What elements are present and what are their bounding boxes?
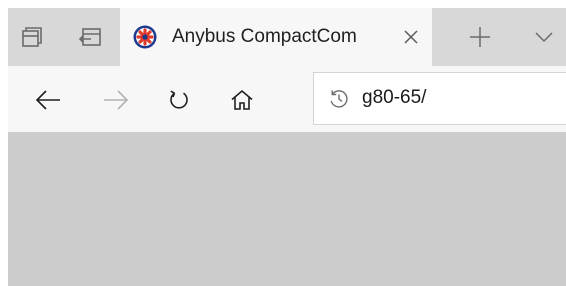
plus-icon xyxy=(470,27,490,47)
address-input[interactable]: g80-65/ xyxy=(362,86,426,110)
tab-list-button[interactable] xyxy=(522,8,566,66)
tab-strip: Anybus CompactCom xyxy=(8,8,566,66)
tab-overview-button[interactable] xyxy=(8,8,56,66)
tab-anybus-compactcom[interactable]: Anybus CompactCom xyxy=(120,8,432,66)
anybus-logo-icon xyxy=(133,25,157,49)
refresh-button[interactable] xyxy=(161,82,197,118)
browser-window: Anybus CompactCom g80-65/ xyxy=(8,8,566,286)
address-bar[interactable]: g80-65/ xyxy=(313,72,566,125)
set-aside-tabs-icon xyxy=(78,28,101,46)
tab-overview-icon xyxy=(22,27,42,47)
back-arrow-icon xyxy=(35,90,60,110)
tab-title: Anybus CompactCom xyxy=(172,26,357,47)
refresh-icon xyxy=(170,90,188,109)
back-button[interactable] xyxy=(30,82,66,118)
home-button[interactable] xyxy=(224,82,260,118)
page-content-area xyxy=(8,132,566,286)
set-aside-tabs-button[interactable] xyxy=(66,8,114,66)
tab-close-button[interactable] xyxy=(399,25,423,49)
close-icon xyxy=(404,30,418,44)
chevron-down-icon xyxy=(535,32,553,43)
home-icon xyxy=(231,89,253,110)
forward-arrow-icon xyxy=(104,90,129,110)
navigation-bar: g80-65/ xyxy=(8,66,566,132)
forward-button[interactable] xyxy=(98,82,134,118)
history-icon xyxy=(330,90,348,108)
new-tab-button[interactable] xyxy=(448,8,512,66)
